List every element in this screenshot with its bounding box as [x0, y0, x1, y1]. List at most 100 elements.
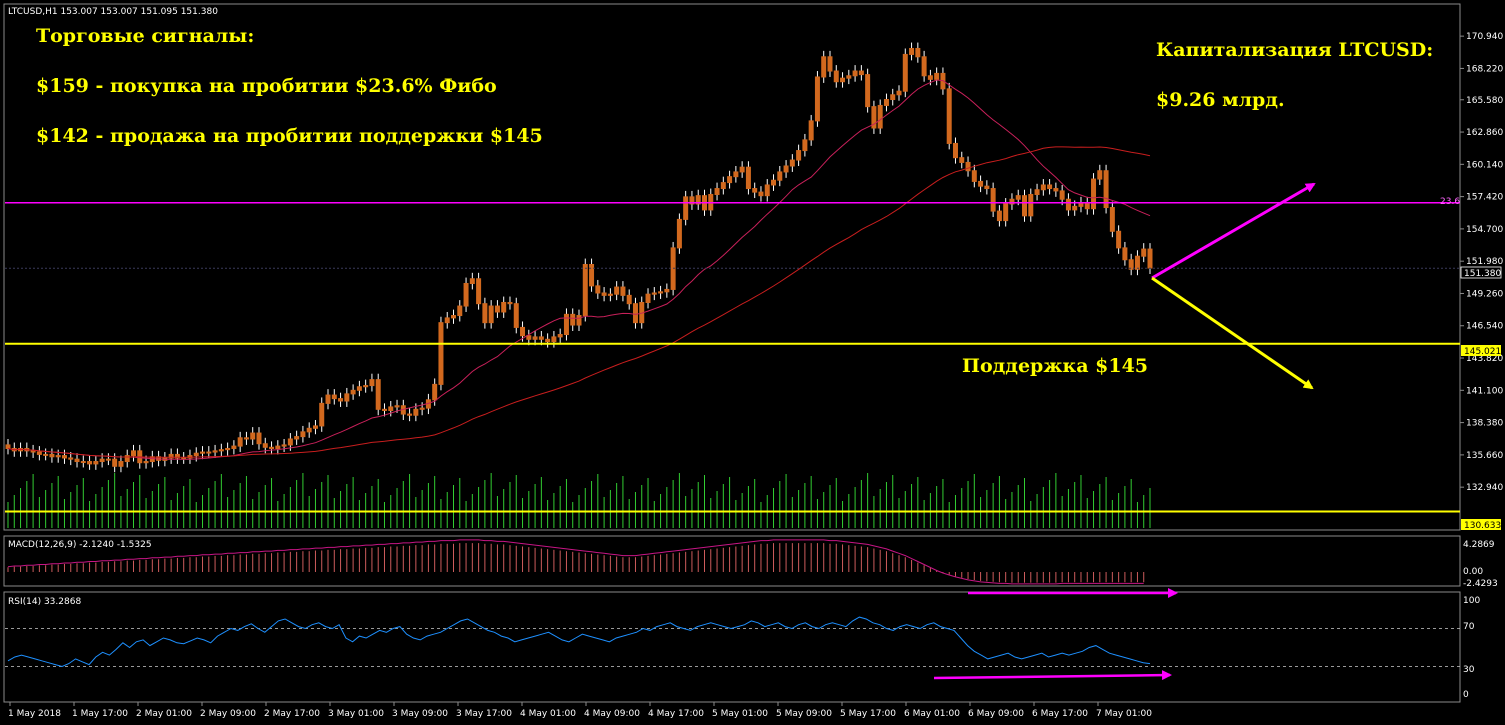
price-tick-label: 151.980 — [1466, 257, 1503, 267]
candle-body — [407, 413, 413, 416]
candle-body — [896, 90, 902, 96]
time-tick-label: 5 May 09:00 — [776, 709, 832, 719]
candle-body — [256, 432, 262, 445]
time-tick-label: 6 May 01:00 — [904, 709, 960, 719]
macd-tick-top: 4.2869 — [1463, 540, 1495, 550]
candle-body — [626, 294, 632, 305]
candle-body — [538, 336, 544, 340]
candle-body — [978, 180, 984, 187]
signal-sell: $142 - продажа на пробитии поддержки $14… — [36, 125, 543, 147]
candle-body — [218, 449, 224, 452]
price-tick-label: 157.420 — [1466, 193, 1503, 203]
candle-body — [840, 77, 846, 83]
candle-body — [1091, 178, 1097, 210]
candle-body — [55, 455, 61, 458]
candle-body — [87, 461, 93, 465]
rsi-tick-70: 70 — [1463, 622, 1475, 632]
candle-body — [319, 402, 325, 427]
time-tick-label: 5 May 17:00 — [840, 709, 896, 719]
candle-body — [1040, 184, 1046, 191]
time-tick-label: 1 May 17:00 — [72, 709, 128, 719]
candle-body — [338, 398, 344, 402]
price-tick-label: 170.940 — [1466, 32, 1503, 42]
candle-body — [200, 451, 206, 454]
candle-body — [476, 278, 482, 305]
candle-body — [331, 394, 337, 400]
candle-body — [344, 393, 350, 402]
candle-body — [419, 407, 425, 410]
price-tick-label: 154.700 — [1466, 225, 1503, 235]
candle-body — [877, 104, 883, 129]
candle-body — [488, 305, 494, 324]
candle-body — [1065, 198, 1071, 211]
candle-body — [789, 159, 795, 167]
candle-body — [783, 165, 789, 173]
macd-title: MACD(12,26,9) -2.1240 -1.5325 — [8, 540, 152, 550]
time-tick-label: 5 May 01:00 — [712, 709, 768, 719]
candle-body — [105, 458, 111, 461]
trading-terminal: 170.940 168.220 165.580 162.860 160.140 157.4… — [0, 0, 1505, 725]
fibo-label: 23.6 — [1440, 197, 1460, 207]
candle-body — [482, 303, 488, 324]
candle-body — [1116, 230, 1122, 249]
time-tick-label: 3 May 17:00 — [456, 709, 512, 719]
candle-body — [683, 196, 689, 220]
chart-title: LTCUSD,H1 153.007 153.007 151.095 151.38… — [8, 7, 218, 17]
candle-body — [1022, 195, 1028, 217]
candle-body — [80, 461, 86, 464]
price-tick-label: 168.220 — [1466, 64, 1503, 74]
candle-body — [99, 458, 105, 463]
price-tick-label: 162.860 — [1466, 128, 1503, 138]
candles — [5, 42, 1153, 473]
candle-body — [915, 47, 921, 58]
rsi-series — [5, 616, 1460, 668]
rsi-divergence-arrow — [933, 670, 1172, 681]
candle-body — [1028, 193, 1034, 217]
candle-body — [68, 457, 74, 460]
candle-body — [5, 444, 11, 449]
candle-body — [463, 282, 469, 307]
candle-body — [802, 139, 808, 152]
time-tick-label: 1 May 2018 — [8, 709, 61, 719]
price-tick-label: 165.580 — [1466, 96, 1503, 106]
candle-body — [714, 188, 720, 195]
candle-body — [946, 88, 952, 144]
candle-body — [112, 458, 118, 467]
candle-body — [451, 315, 457, 319]
candle-body — [996, 210, 1002, 222]
candle-body — [356, 386, 362, 391]
horizontal-levels — [5, 202, 1460, 513]
candle-body — [846, 75, 852, 79]
candle-body — [959, 157, 965, 163]
candle-body — [745, 166, 751, 190]
time-axis: 1 May 2018 1 May 17:00 2 May 01:00 2 May 09… — [8, 709, 1152, 719]
candle-body — [143, 461, 149, 464]
candle-body — [363, 385, 369, 388]
macd-tick-bottom: -2.4293 — [1463, 579, 1498, 589]
candle-body — [676, 218, 682, 249]
candle-body — [865, 74, 871, 108]
candle-body — [225, 447, 231, 451]
time-tick-label: 7 May 01:00 — [1096, 709, 1152, 719]
candle-body — [808, 120, 814, 141]
cap-title: Капитализация LTCUSD: — [1156, 39, 1433, 61]
price-tick-label: 149.260 — [1466, 289, 1503, 299]
time-tick-label: 2 May 17:00 — [264, 709, 320, 719]
macd-signal-line — [7, 539, 1144, 585]
candle-body — [438, 322, 444, 385]
candle-body — [413, 408, 419, 416]
time-tick-label: 4 May 09:00 — [584, 709, 640, 719]
support-label: Поддержка $145 — [962, 355, 1148, 377]
candle-body — [243, 437, 249, 440]
time-tick-label: 2 May 01:00 — [136, 709, 192, 719]
candle-body — [1059, 190, 1065, 200]
candle-body — [990, 188, 996, 212]
candle-body — [563, 313, 569, 336]
candle-body — [545, 338, 551, 343]
candle-body — [764, 184, 770, 197]
candle-body — [727, 176, 733, 184]
candle-body — [752, 188, 758, 193]
candle-body — [833, 70, 839, 83]
candle-body — [934, 72, 940, 80]
candle-body — [645, 293, 651, 303]
